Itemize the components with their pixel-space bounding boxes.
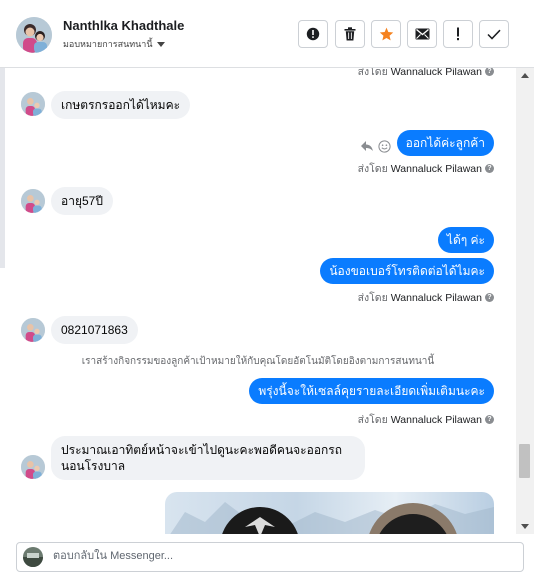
outgoing-message: ออกได้ค่ะลูกค้า bbox=[396, 130, 494, 156]
help-icon: ? bbox=[485, 293, 494, 302]
reply-box[interactable] bbox=[16, 542, 524, 572]
incoming-message: ประมาณเอาทิตย์หน้าจะเข้าไปดูนะคะพอดีคนจะ… bbox=[51, 436, 365, 480]
message-avatar bbox=[21, 189, 45, 213]
sent-by-label: ส่งโดย Wannaluck Pilawan? bbox=[358, 160, 494, 177]
scroll-down-arrow-icon[interactable] bbox=[521, 524, 529, 529]
help-icon: ? bbox=[485, 68, 494, 76]
mark-unread-button[interactable] bbox=[407, 20, 437, 48]
message-avatar bbox=[21, 92, 45, 116]
outgoing-message: ได้ๆ ค่ะ bbox=[437, 227, 494, 253]
exclamation-icon bbox=[457, 27, 459, 41]
star-icon bbox=[379, 27, 393, 41]
contact-name[interactable]: Nanthlka Khadthale bbox=[63, 18, 184, 33]
composer-area bbox=[0, 534, 534, 572]
delete-button[interactable] bbox=[335, 20, 365, 48]
page-avatar bbox=[23, 547, 43, 567]
chevron-down-icon bbox=[156, 41, 165, 47]
scroll-up-arrow-icon[interactable] bbox=[521, 73, 529, 78]
outgoing-message: พรุ่งนี้จะให้เซลล์คุยรายละเอียดเพิ่มเติม… bbox=[249, 378, 494, 404]
assign-label: มอบหมายการสนทนานี้ bbox=[63, 39, 153, 49]
message-avatar bbox=[21, 318, 45, 342]
scrollbar-thumb[interactable] bbox=[519, 444, 530, 478]
sent-by-label: ส่งโดย Wannaluck Pilawan? bbox=[358, 411, 494, 428]
incoming-message: เกษตรกรออกได้ไหมคะ bbox=[51, 91, 191, 119]
contact-avatar[interactable] bbox=[16, 17, 52, 53]
mark-done-button[interactable] bbox=[479, 20, 509, 48]
star-button[interactable] bbox=[371, 20, 401, 48]
message-thread[interactable]: ส่งโดย Wannaluck Pilawan? เกษตรกรออกได้ไห… bbox=[0, 68, 516, 534]
alert-circle-icon bbox=[306, 27, 320, 41]
incoming-message: อายุ57ปี bbox=[51, 187, 113, 215]
incoming-message: 0821071863 bbox=[51, 316, 138, 344]
sent-by-label: ส่งโดย Wannaluck Pilawan? bbox=[358, 289, 494, 306]
help-icon: ? bbox=[485, 415, 494, 424]
reply-icon[interactable] bbox=[360, 140, 374, 152]
sent-by-label: ส่งโดย Wannaluck Pilawan? bbox=[358, 68, 494, 80]
attachment-image bbox=[170, 502, 494, 534]
image-attachment[interactable] bbox=[165, 492, 494, 534]
conversation-header: Nanthlka Khadthale มอบหมายการสนทนานี้ bbox=[0, 0, 534, 68]
message-avatar bbox=[21, 455, 45, 479]
envelope-icon bbox=[415, 28, 429, 40]
system-note: เราสร้างกิจกรรมของลูกค้าเป้าหมายให้กับคุ… bbox=[81, 356, 435, 367]
trash-icon bbox=[344, 27, 356, 41]
emoji-react-icon[interactable] bbox=[378, 140, 391, 153]
scrollbar[interactable] bbox=[516, 68, 534, 534]
mark-spam-button[interactable] bbox=[298, 20, 328, 48]
outgoing-message: น้องขอเบอร์โทรติดต่อได้ไมคะ bbox=[320, 258, 494, 284]
report-button[interactable] bbox=[443, 20, 473, 48]
assign-conversation-dropdown[interactable]: มอบหมายการสนทนานี้ bbox=[63, 37, 165, 51]
checkmark-icon bbox=[487, 29, 501, 40]
help-icon: ? bbox=[485, 164, 494, 173]
reply-input[interactable] bbox=[51, 549, 355, 563]
